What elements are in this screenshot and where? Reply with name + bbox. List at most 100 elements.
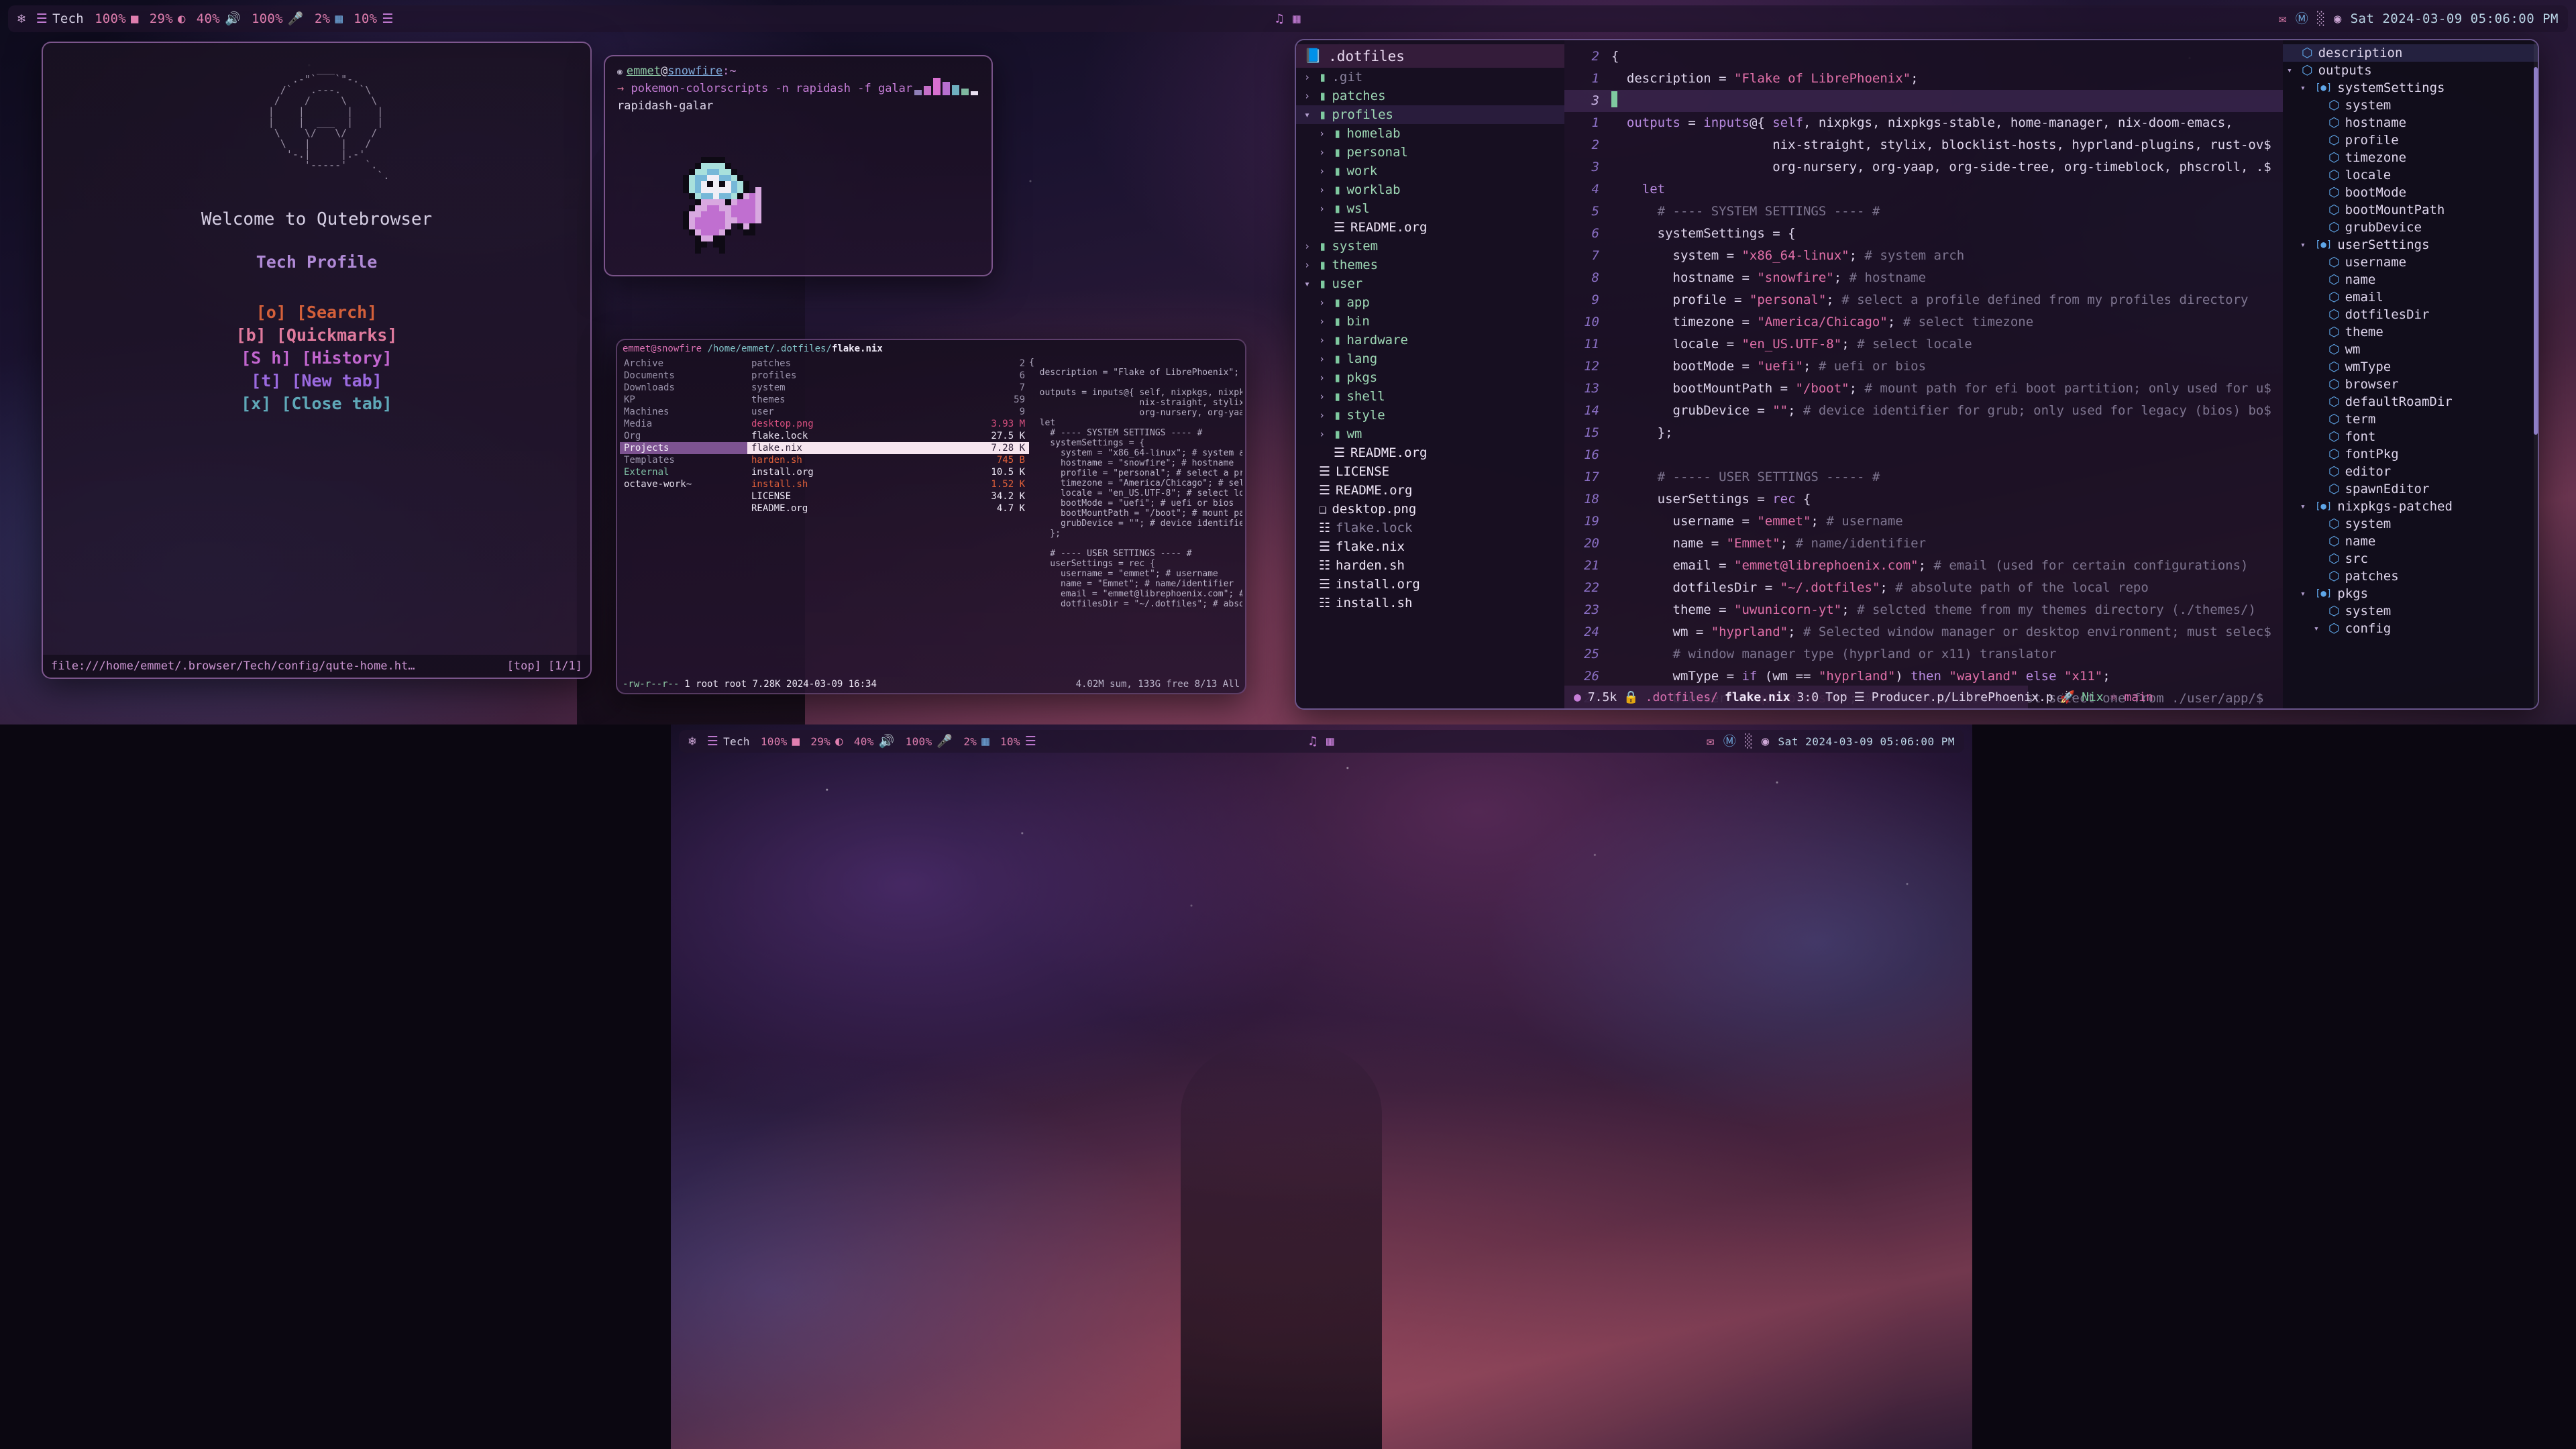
workspace-label[interactable]: Tech bbox=[723, 735, 750, 748]
emacs-tree-item[interactable]: › ▮ wm bbox=[1296, 425, 1564, 443]
emacs-outline-item[interactable]: ⬡ profile bbox=[2283, 131, 2538, 149]
emacs-outline-item[interactable]: ▾ [●] pkgs bbox=[2283, 585, 2538, 602]
chevron-right-icon[interactable]: › bbox=[1319, 409, 1328, 421]
ranger-file-item[interactable]: harden.sh 745 B bbox=[747, 454, 1029, 466]
emacs-outline-item[interactable]: ⬡ locale bbox=[2283, 166, 2538, 184]
emacs-outline-item[interactable]: ▾ ⬡ config bbox=[2283, 620, 2538, 637]
chevron-right-icon[interactable]: › bbox=[1304, 259, 1313, 271]
emacs-outline-panel[interactable]: ⬡ description ▾ ⬡ outputs ▾ [●] systemSettings … bbox=[2283, 40, 2538, 708]
chevron-right-icon[interactable]: › bbox=[1319, 184, 1328, 196]
mail-icon[interactable]: ✉ bbox=[1707, 735, 1715, 748]
emacs-outline-item[interactable]: ⬡ system bbox=[2283, 97, 2538, 114]
qutebrowser-shortcut[interactable]: [t] [New tab] bbox=[236, 370, 398, 392]
qutebrowser-shortcut[interactable]: [o] [Search] bbox=[236, 301, 398, 324]
emacs-outline-item[interactable]: ⬡ dotfilesDir bbox=[2283, 306, 2538, 323]
ranger-parent-item[interactable]: Documents bbox=[620, 370, 747, 382]
snowflake-icon[interactable]: ❄ bbox=[688, 735, 696, 748]
emacs-outline-item[interactable]: ⬡ fontPkg bbox=[2283, 445, 2538, 463]
chevron-down-icon[interactable]: ▾ bbox=[1304, 109, 1313, 121]
emacs-outline-item[interactable]: ⬡ theme bbox=[2283, 323, 2538, 341]
ranger-parent-column[interactable]: Archive Documents Downloads KP Machines Media… bbox=[620, 358, 747, 646]
emacs-tree-item[interactable]: ☷ harden.sh bbox=[1296, 556, 1564, 575]
emacs-tree-item[interactable]: ☰ install.org bbox=[1296, 575, 1564, 594]
emacs-code-area[interactable]: 2{1 description = "Flake of LibrePhoenix… bbox=[1564, 40, 2283, 708]
emacs-tree-item[interactable]: › ▮ bin bbox=[1296, 312, 1564, 331]
ranger-parent-item[interactable]: octave-work~ bbox=[620, 478, 747, 490]
chevron-right-icon[interactable]: › bbox=[1319, 334, 1328, 346]
emacs-tree-item[interactable]: ☰ README.org bbox=[1296, 481, 1564, 500]
emacs-tree-item[interactable]: ☷ flake.lock bbox=[1296, 519, 1564, 537]
emacs-tree-item[interactable]: › ▮ hardware bbox=[1296, 331, 1564, 350]
emacs-outline-item[interactable]: ⬡ email bbox=[2283, 288, 2538, 306]
chevron-right-icon[interactable]: › bbox=[1319, 353, 1328, 365]
ranger-file-item[interactable]: user 9 bbox=[747, 406, 1029, 418]
qutebrowser-shortcut[interactable]: [b] [Quickmarks] bbox=[236, 324, 398, 347]
ranger-parent-item[interactable]: Projects bbox=[620, 442, 747, 454]
chevron-right-icon[interactable]: › bbox=[1304, 71, 1313, 83]
emacs-tree-item[interactable]: › ▮ shell bbox=[1296, 387, 1564, 406]
emacs-outline-item[interactable]: ⬡ patches bbox=[2283, 568, 2538, 585]
emacs-tree-item[interactable]: ▾ ▮ profiles bbox=[1296, 105, 1564, 124]
emacs-tree-item[interactable]: › ▮ app bbox=[1296, 293, 1564, 312]
bluetooth-icon[interactable]: Ⓜ bbox=[1723, 735, 1736, 748]
mail-icon[interactable]: ✉ bbox=[2279, 12, 2287, 25]
emacs-outline-item[interactable]: ⬡ editor bbox=[2283, 463, 2538, 480]
emacs-tree-item[interactable]: › ▮ lang bbox=[1296, 350, 1564, 368]
emacs-outline-item[interactable]: ⬡ hostname bbox=[2283, 114, 2538, 131]
qutebrowser-window[interactable]: ___ .-"` `"-. /` .---. `\ / / \ \ | | | … bbox=[42, 42, 592, 679]
emacs-outline-item[interactable]: ⬡ system bbox=[2283, 515, 2538, 533]
emacs-outline-item[interactable]: ▾ [●] nixpkgs-patched bbox=[2283, 498, 2538, 515]
qutebrowser-shortcut[interactable]: [S h] [History] bbox=[236, 347, 398, 370]
emacs-tree-item[interactable]: ☰ flake.nix bbox=[1296, 537, 1564, 556]
emacs-tree-item[interactable]: ☰ README.org bbox=[1296, 218, 1564, 237]
emacs-tree-item[interactable]: ☷ install.sh bbox=[1296, 594, 1564, 612]
emacs-tree-item[interactable]: › ▮ personal bbox=[1296, 143, 1564, 162]
chevron-down-icon[interactable]: ▾ bbox=[1304, 278, 1313, 290]
chevron-right-icon[interactable]: › bbox=[1319, 428, 1328, 440]
ranger-file-item[interactable]: patches 2 bbox=[747, 358, 1029, 370]
emacs-outline-item[interactable]: ⬡ timezone bbox=[2283, 149, 2538, 166]
emacs-outline-item[interactable]: ⬡ system bbox=[2283, 602, 2538, 620]
emacs-outline-item[interactable]: ⬡ bootMountPath bbox=[2283, 201, 2538, 219]
chevron-right-icon[interactable]: › bbox=[1319, 165, 1328, 177]
emacs-tree-item[interactable]: › ▮ work bbox=[1296, 162, 1564, 180]
disc-icon[interactable]: ◉ bbox=[2334, 12, 2342, 25]
waybar-top[interactable]: ❄ ☰ Tech 100% ■ 29% ◐ 40% 🔊 100% 🎤 2% ▦ 10% ☰ ♫… bbox=[8, 5, 2568, 32]
emacs-window[interactable]: 📘 .dotfiles › ▮ .git › ▮ patches ▾ ▮ profiles › ▮ h… bbox=[1295, 39, 2539, 710]
ranger-window[interactable]: emmet@snowfire /home/emmet/.dotfiles/fla… bbox=[616, 339, 1246, 694]
ranger-parent-item[interactable]: External bbox=[620, 466, 747, 478]
emacs-outline-item[interactable]: ⬡ wmType bbox=[2283, 358, 2538, 376]
hamburger-icon[interactable]: ☰ bbox=[1025, 735, 1036, 748]
emacs-outline-item[interactable]: ⬡ grubDevice bbox=[2283, 219, 2538, 236]
disc-icon[interactable]: ◉ bbox=[1762, 735, 1770, 748]
chevron-right-icon[interactable]: › bbox=[1304, 90, 1313, 102]
chevron-right-icon[interactable]: › bbox=[1319, 372, 1328, 384]
chevron-right-icon[interactable]: › bbox=[1319, 390, 1328, 402]
ranger-file-item[interactable]: themes 59 bbox=[747, 394, 1029, 406]
emacs-outline-item[interactable]: ⬡ description bbox=[2283, 44, 2538, 62]
emacs-tree-item[interactable]: › ▮ wsl bbox=[1296, 199, 1564, 218]
ranger-file-item[interactable]: install.org 10.5 K bbox=[747, 466, 1029, 478]
emacs-tree-item[interactable]: ▾ ▮ user bbox=[1296, 274, 1564, 293]
emacs-outline-item[interactable]: ⬡ src bbox=[2283, 550, 2538, 568]
ranger-parent-item[interactable]: Org bbox=[620, 430, 747, 442]
ranger-file-item[interactable]: LICENSE 34.2 K bbox=[747, 490, 1029, 502]
chevron-right-icon[interactable]: › bbox=[1319, 146, 1328, 158]
emacs-outline-item[interactable]: ⬡ font bbox=[2283, 428, 2538, 445]
emacs-outline-item[interactable]: ⬡ spawnEditor bbox=[2283, 480, 2538, 498]
emacs-outline-item[interactable]: ⬡ defaultRoamDir bbox=[2283, 393, 2538, 411]
emacs-outline-item[interactable]: ⬡ browser bbox=[2283, 376, 2538, 393]
emacs-tree-item[interactable]: › ▮ worklab bbox=[1296, 180, 1564, 199]
ranger-file-item[interactable]: install.sh 1.52 K bbox=[747, 478, 1029, 490]
workspace-label[interactable]: Tech bbox=[52, 11, 84, 26]
emacs-outline-item[interactable]: ⬡ bootMode bbox=[2283, 184, 2538, 201]
triangle-down-icon[interactable]: ▾ bbox=[2314, 624, 2323, 634]
snowflake-icon[interactable]: ❄ bbox=[17, 12, 25, 25]
emacs-outline-item[interactable]: ⬡ name bbox=[2283, 533, 2538, 550]
ranger-file-item[interactable]: flake.nix 7.28 K bbox=[747, 442, 1029, 454]
ranger-file-item[interactable]: system 7 bbox=[747, 382, 1029, 394]
emacs-outline-item[interactable]: ⬡ name bbox=[2283, 271, 2538, 288]
ranger-parent-item[interactable]: Machines bbox=[620, 406, 747, 418]
pokemon-terminal-window[interactable]: ◉ emmet@snowfire:~ → pokemon-colorscripts… bbox=[604, 55, 993, 276]
network-icon[interactable]: ░ bbox=[1745, 735, 1753, 748]
